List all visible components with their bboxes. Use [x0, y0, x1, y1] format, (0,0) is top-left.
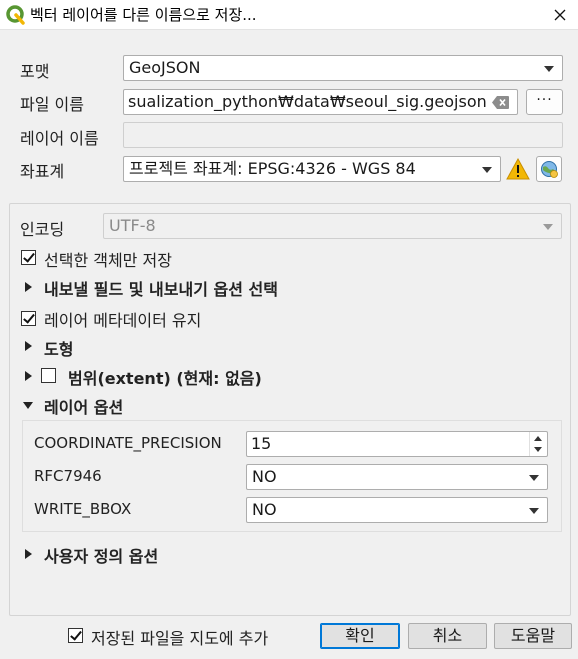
layername-label: 레이어 이름 — [20, 129, 99, 148]
globe-icon — [541, 161, 558, 178]
help-button[interactable]: 도움말 — [494, 623, 572, 649]
expand-arrow-icon[interactable] — [25, 371, 32, 381]
option-name: COORDINATE_PRECISION — [34, 434, 222, 452]
encoding-label: 인코딩 — [20, 220, 65, 239]
crs-value: 프로젝트 좌표계: EPSG:4326 - WGS 84 — [129, 159, 416, 178]
chevron-down-icon — [529, 508, 539, 514]
chevron-down-icon — [544, 66, 554, 72]
rfc7946-select[interactable]: NO — [246, 464, 548, 490]
custom-options-section[interactable]: 사용자 정의 옵션 — [44, 543, 158, 567]
chevron-down-icon — [529, 475, 539, 481]
window-title: 벡터 레이어를 다른 이름으로 저장... — [30, 6, 257, 24]
option-value: NO — [252, 500, 277, 519]
option-name: WRITE_BBOX — [34, 500, 132, 518]
spinbox-arrows[interactable] — [529, 432, 547, 456]
persist-metadata-checkbox[interactable] — [21, 311, 36, 326]
close-icon — [554, 9, 566, 21]
format-label: 포맷 — [20, 62, 50, 81]
qgis-logo-icon — [6, 5, 25, 25]
option-value: 15 — [251, 434, 272, 453]
title-bar: 벡터 레이어를 다른 이름으로 저장... — [0, 0, 578, 30]
selected-only-label: 선택한 객체만 저장 — [44, 251, 172, 270]
crs-selector-button[interactable] — [536, 156, 562, 182]
close-button[interactable] — [542, 0, 578, 30]
filename-label: 파일 이름 — [20, 95, 84, 114]
ok-button[interactable]: 확인 — [320, 623, 400, 649]
collapse-arrow-icon[interactable] — [23, 402, 33, 409]
expand-arrow-icon[interactable] — [25, 341, 32, 351]
browse-button[interactable]: ··· — [526, 89, 563, 115]
expand-arrow-icon[interactable] — [25, 282, 32, 292]
clear-text-icon[interactable] — [492, 96, 509, 109]
cancel-button[interactable]: 취소 — [408, 623, 487, 649]
crs-label: 좌표계 — [20, 162, 65, 181]
layername-input[interactable] — [123, 122, 563, 148]
spin-up-icon[interactable] — [534, 436, 542, 441]
coordinate-precision-spinbox[interactable]: 15 — [246, 431, 548, 457]
chevron-down-icon — [482, 167, 492, 173]
add-to-map-label: 저장된 파일을 지도에 추가 — [91, 629, 269, 648]
crs-select[interactable]: 프로젝트 좌표계: EPSG:4326 - WGS 84 — [123, 156, 501, 182]
extent-section[interactable]: 범위(extent) (현재: 없음) — [68, 365, 262, 389]
selected-only-checkbox[interactable] — [21, 250, 36, 265]
filename-value: sualization_python₩data₩seoul_sig.geojso… — [128, 92, 487, 111]
option-name: RFC7946 — [34, 467, 102, 485]
format-value: GeoJSON — [129, 58, 201, 77]
warning-icon — [506, 158, 530, 180]
encoding-select[interactable]: UTF-8 — [103, 213, 562, 239]
format-select[interactable]: GeoJSON — [123, 55, 563, 81]
extent-checkbox[interactable] — [41, 368, 56, 383]
option-value: NO — [252, 467, 277, 486]
add-to-map-checkbox[interactable] — [68, 628, 83, 643]
filename-input[interactable]: sualization_python₩data₩seoul_sig.geojso… — [123, 89, 518, 115]
export-fields-section[interactable]: 내보낼 필드 및 내보내기 옵션 선택 — [44, 276, 278, 300]
persist-metadata-label: 레이어 메타데이터 유지 — [44, 311, 202, 330]
layer-options-section[interactable]: 레이어 옵션 — [44, 394, 123, 418]
write-bbox-select[interactable]: NO — [246, 497, 548, 523]
encoding-value: UTF-8 — [109, 216, 156, 235]
spin-down-icon[interactable] — [534, 447, 542, 452]
expand-arrow-icon[interactable] — [25, 549, 32, 559]
chevron-down-icon — [543, 224, 553, 230]
geometry-section[interactable]: 도형 — [44, 336, 73, 360]
